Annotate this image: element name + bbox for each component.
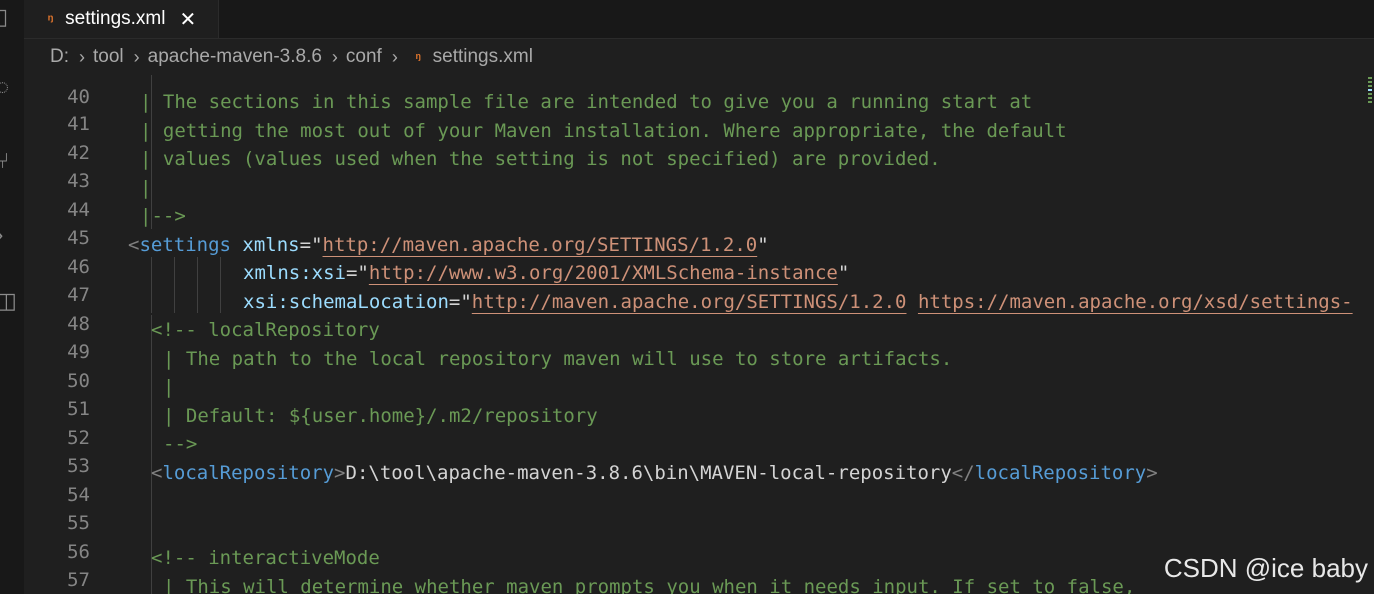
- local-repository-element: <localRepository>D:\tool\apache-maven-3.…: [151, 459, 1158, 487]
- breadcrumb-maven[interactable]: apache-maven-3.8.6: [148, 46, 322, 68]
- code-line: 57 <!-- interactiveMode: [24, 544, 1362, 591]
- tag-bracket: >: [1146, 462, 1158, 484]
- attribute-line: xsi:schemaLocation="http://maven.apache.…: [243, 288, 1353, 316]
- settings-open-tag: <settings xmlns="http://maven.apache.org…: [128, 231, 769, 259]
- element-content: D:\tool\apache-maven-3.8.6\bin\MAVEN-loc…: [345, 462, 952, 484]
- minimap-mark: [1368, 85, 1372, 87]
- minimap-mark: [1368, 89, 1372, 91]
- tag-bracket: >: [334, 462, 346, 484]
- minimap-mark: [1368, 97, 1372, 99]
- attribute-name: xsi:schemaLocation: [243, 291, 449, 313]
- code-line: 53 -->: [24, 430, 1362, 477]
- attribute-name: xmlns:xsi: [243, 262, 346, 284]
- code-line: 52 | Default: ${user.home}/.m2/repositor…: [24, 402, 1362, 449]
- activity-bar: ▯ ◌ ⑂ › ◫: [0, 0, 24, 594]
- chevron-right-icon: ›: [133, 46, 140, 67]
- comment-text: | The path to the local repository maven…: [163, 348, 953, 370]
- code-line: 49 <!-- localRepository: [24, 316, 1362, 363]
- tab-label: settings.xml: [65, 8, 166, 29]
- comment-text: | The sections in this sample file are i…: [140, 91, 1033, 113]
- search-icon[interactable]: ◌: [0, 76, 9, 98]
- attribute-value[interactable]: https://maven.apache.org/xsd/settings-: [918, 291, 1353, 313]
- comment-text: -->: [163, 433, 198, 455]
- source-control-icon[interactable]: ⑂: [0, 150, 9, 172]
- code-line: 43 | values (values used when the settin…: [24, 145, 1362, 192]
- comment-text: | values (values used when the setting i…: [140, 148, 941, 170]
- code-line: 58 | This will determine whether maven p…: [24, 573, 1362, 594]
- rss-icon: ᵑ: [415, 49, 421, 65]
- code-line: 45 |-->: [24, 202, 1362, 249]
- comment-text: | Default: ${user.home}/.m2/repository: [163, 405, 598, 427]
- close-icon[interactable]: ✕: [179, 7, 196, 32]
- tag-bracket: <: [151, 462, 163, 484]
- breadcrumb-drive[interactable]: D:: [50, 46, 69, 68]
- explorer-icon[interactable]: ▯: [0, 6, 8, 28]
- code-line: 51 |: [24, 373, 1362, 420]
- tab-settings-xml[interactable]: ᵑ settings.xml ✕: [24, 0, 219, 38]
- tag-name: settings: [139, 234, 231, 256]
- minimap-mark: [1368, 77, 1372, 79]
- comment-text: |: [140, 177, 152, 199]
- rss-icon: ᵑ: [48, 11, 54, 27]
- attribute-equals: =": [299, 234, 323, 256]
- comment-text: <!-- localRepository: [151, 319, 380, 341]
- code-line: 54 <localRepository>D:\tool\apache-maven…: [24, 459, 1362, 506]
- code-line: 48 xsi:schemaLocation="http://maven.apac…: [24, 288, 1362, 335]
- minimap-mark: [1368, 93, 1372, 95]
- minimap-mark: [1368, 101, 1372, 103]
- attribute-line: xmlns:xsi="http://www.w3.org/2001/XMLSch…: [243, 259, 849, 287]
- tag-bracket: </: [951, 462, 975, 484]
- attribute-equals: =": [345, 262, 369, 284]
- tag-name: localRepository: [162, 462, 335, 484]
- attribute-value[interactable]: http://maven.apache.org/SETTINGS/1.2.0: [323, 234, 758, 256]
- code-line: 55: [24, 487, 1362, 534]
- code-line: 50 | The path to the local repository ma…: [24, 345, 1362, 392]
- comment-text: | This will determine whether maven prom…: [163, 576, 1136, 594]
- breadcrumb: D: › tool › apache-maven-3.8.6 › conf › …: [24, 39, 1374, 75]
- breadcrumb-tool[interactable]: tool: [93, 46, 124, 68]
- extensions-icon[interactable]: ◫: [0, 290, 17, 312]
- chevron-right-icon: ›: [331, 46, 338, 67]
- comment-text: |: [163, 376, 175, 398]
- code-line: 42 | getting the most out of your Maven …: [24, 117, 1362, 164]
- tag-name: localRepository: [974, 462, 1147, 484]
- tab-bar: ᵑ settings.xml ✕: [24, 0, 1374, 39]
- comment-text: <!-- interactiveMode: [151, 547, 380, 569]
- code-editor[interactable]: 40 41 | The sections in this sample file…: [24, 75, 1362, 594]
- comment-text: |-->: [140, 205, 186, 227]
- breadcrumb-conf[interactable]: conf: [346, 46, 382, 68]
- minimap-mark: [1368, 81, 1372, 83]
- tag-bracket: <: [128, 234, 140, 256]
- attribute-value[interactable]: http://www.w3.org/2001/XMLSchema-instanc…: [369, 262, 838, 284]
- minimap[interactable]: [1362, 75, 1374, 594]
- code-line: 46 <settings xmlns="http://maven.apache.…: [24, 231, 1362, 278]
- attribute-name: xmlns: [242, 234, 300, 256]
- attribute-quote: ": [757, 234, 769, 256]
- breadcrumb-file[interactable]: settings.xml: [433, 46, 533, 68]
- chevron-right-icon: ›: [79, 46, 85, 67]
- code-line: 56: [24, 516, 1362, 563]
- watermark: CSDN @ice baby: [1163, 553, 1368, 583]
- attribute-value[interactable]: http://maven.apache.org/SETTINGS/1.2.0: [472, 291, 907, 313]
- attribute-quote: ": [837, 262, 850, 284]
- code-line: 47 xmlns:xsi="http://www.w3.org/2001/XML…: [24, 259, 1362, 306]
- code-line: 40: [24, 75, 1362, 108]
- code-line: 41 | The sections in this sample file ar…: [24, 88, 1362, 135]
- comment-text: | getting the most out of your Maven ins…: [140, 120, 1067, 142]
- run-debug-icon[interactable]: ›: [0, 224, 3, 246]
- attribute-equals: =": [448, 291, 472, 313]
- code-line: 44 |: [24, 174, 1362, 221]
- chevron-right-icon: ›: [391, 46, 398, 67]
